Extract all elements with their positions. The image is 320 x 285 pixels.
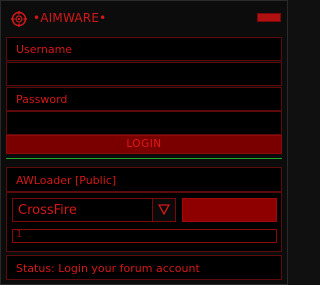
- game-select[interactable]: CrossFire: [12, 198, 176, 222]
- dropdown-button[interactable]: [152, 199, 175, 221]
- inject-button[interactable]: [182, 198, 277, 222]
- password-input[interactable]: [6, 111, 282, 135]
- divider-line: [6, 158, 282, 159]
- login-button[interactable]: LOGIN: [6, 135, 282, 154]
- password-label-box: Password: [6, 87, 282, 111]
- minimize-button[interactable]: [257, 13, 281, 22]
- aimware-crosshair-icon: [11, 11, 27, 27]
- status-bar: Status: Login your forum account: [6, 255, 282, 280]
- game-select-value: CrossFire: [18, 203, 77, 218]
- password-label: Password: [16, 93, 68, 106]
- triangle-down-icon: [158, 204, 170, 215]
- aimware-loader-window: •AIMWARE• Username Password LOGIN AWLoad…: [0, 0, 288, 285]
- window-title: •AIMWARE•: [33, 11, 107, 25]
- username-input[interactable]: [6, 62, 282, 86]
- loader-title: AWLoader [Public]: [16, 174, 117, 187]
- progress-value: 1: [16, 229, 23, 240]
- username-label-box: Username: [6, 37, 282, 61]
- username-label: Username: [16, 43, 73, 56]
- progress-field: 1: [12, 229, 277, 243]
- loader-title-box: AWLoader [Public]: [6, 167, 282, 192]
- status-text: Status: Login your forum account: [16, 262, 200, 275]
- title-bar[interactable]: •AIMWARE•: [1, 1, 287, 35]
